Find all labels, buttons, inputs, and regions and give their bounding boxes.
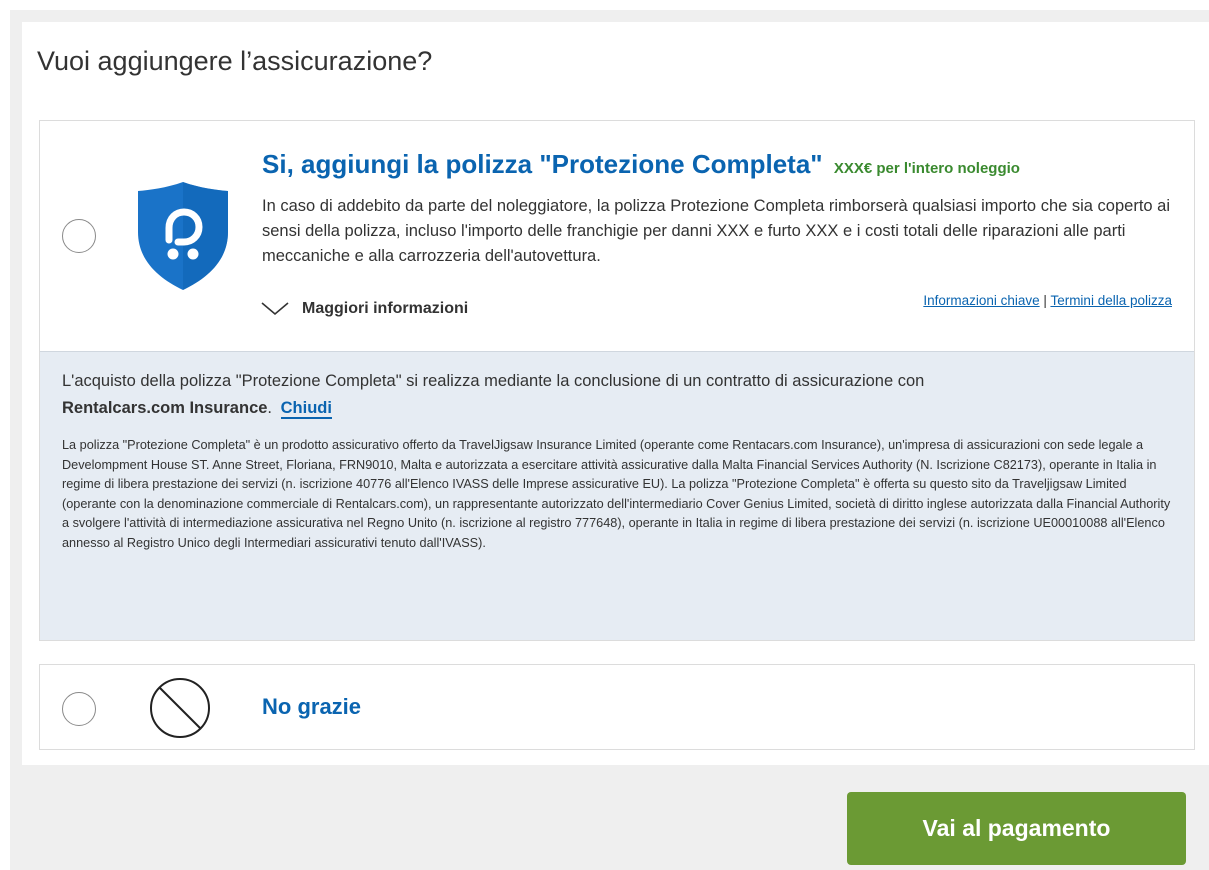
no-insurance-label: No grazie bbox=[262, 694, 362, 719]
key-info-link[interactable]: Informazioni chiave bbox=[923, 293, 1039, 308]
page-title: Vuoi aggiungere l’assicurazione? bbox=[37, 46, 433, 76]
legal-disclosure-text: La polizza "Protezione Completa" è un pr… bbox=[62, 438, 1171, 550]
close-info-link[interactable]: Chiudi bbox=[280, 399, 332, 419]
no-insurance-option[interactable]: No grazie bbox=[39, 664, 1195, 750]
insurance-info-box: L'acquisto della polizza "Protezione Com… bbox=[40, 351, 1194, 640]
insurer-period: . bbox=[267, 399, 273, 417]
more-info-label: Maggiori informazioni bbox=[302, 300, 469, 317]
more-info-toggle[interactable]: Maggiori informazioni bbox=[260, 300, 468, 318]
no-entry-icon bbox=[150, 678, 210, 738]
insurer-name: Rentalcars.com Insurance bbox=[62, 399, 268, 417]
policy-terms-link[interactable]: Termini della polizza bbox=[1050, 293, 1172, 308]
shield-icon bbox=[138, 182, 228, 290]
info-lead-sentence: L'acquisto della polizza "Protezione Com… bbox=[62, 372, 925, 390]
proceed-to-payment-button[interactable]: Vai al pagamento bbox=[847, 792, 1186, 865]
policy-links: Informazioni chiave | Termini della poli… bbox=[923, 293, 1172, 308]
full-protection-price: XXX€ per l'intero noleggio bbox=[833, 160, 1020, 177]
chevron-down-icon bbox=[261, 302, 289, 316]
full-protection-description: In caso di addebito da parte del noleggi… bbox=[262, 197, 1171, 265]
info-lead-text: L'acquisto della polizza "Protezione Com… bbox=[62, 368, 1172, 422]
no-insurance-radio[interactable] bbox=[62, 692, 96, 726]
link-separator: | bbox=[1043, 293, 1047, 308]
full-protection-title: Si, aggiungi la polizza "Protezione Comp… bbox=[262, 149, 1020, 180]
full-protection-option[interactable]: Si, aggiungi la polizza "Protezione Comp… bbox=[39, 120, 1195, 641]
full-protection-radio[interactable] bbox=[62, 219, 96, 253]
full-protection-title-text: Si, aggiungi la polizza "Protezione Comp… bbox=[262, 149, 823, 179]
